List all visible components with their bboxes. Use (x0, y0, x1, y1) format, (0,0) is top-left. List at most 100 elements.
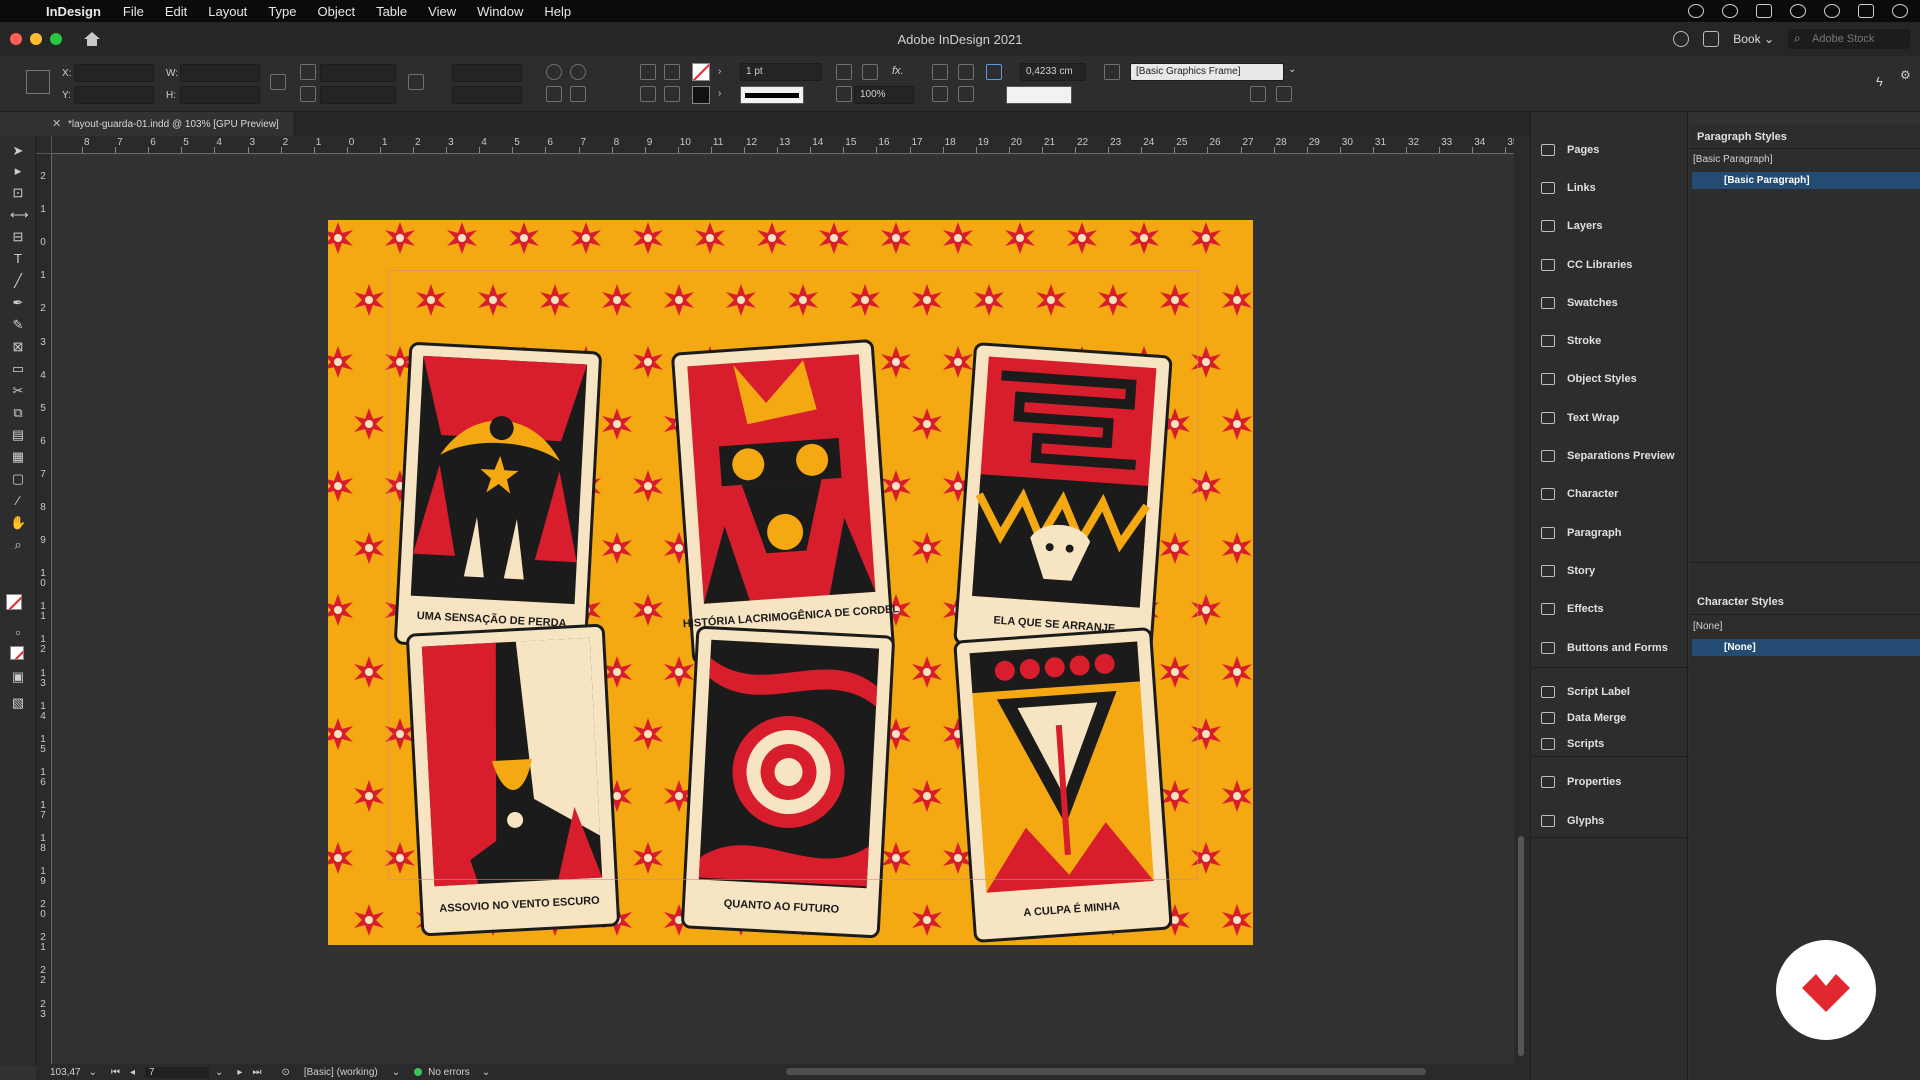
content-collector-icon[interactable]: ⊟ (10, 230, 26, 244)
rotation-field[interactable] (452, 64, 522, 82)
constrain-proportions-icon[interactable] (270, 74, 286, 90)
character-styles-title[interactable]: Character Styles (1697, 596, 1784, 608)
effects-fx-icon[interactable]: fx. (892, 65, 904, 77)
panel-scripts[interactable]: Scripts (1541, 734, 1604, 754)
panel-text-wrap[interactable]: Text Wrap (1541, 408, 1619, 428)
adobe-stock-search[interactable]: Adobe Stock (1788, 28, 1910, 49)
w-field[interactable] (180, 64, 260, 82)
menu-layout[interactable]: Layout (208, 4, 247, 19)
panel-character[interactable]: Character (1541, 484, 1618, 504)
zoom-level[interactable]: 103,47 (50, 1067, 81, 1078)
first-page-icon[interactable]: ⏮ (111, 1067, 120, 1078)
scale-y-field[interactable] (320, 86, 396, 104)
gradient-feather-tool-icon[interactable]: ▦ (10, 450, 26, 464)
menu-view[interactable]: View (428, 4, 456, 19)
screen-mode-icon[interactable]: ▣ (10, 670, 26, 684)
fill-swatch[interactable] (692, 63, 710, 81)
preview-mode-icon[interactable]: ▧ (10, 696, 26, 710)
panel-buttons-forms[interactable]: Buttons and Forms (1541, 638, 1668, 658)
selection-tool-icon[interactable]: ➤ (10, 144, 26, 158)
paragraph-styles-title[interactable]: Paragraph Styles (1697, 131, 1787, 143)
vertical-ruler[interactable]: 2101234567891 01 11 21 31 41 51 61 71 81… (36, 154, 52, 1064)
apply-none-icon[interactable] (10, 646, 24, 660)
distribute-icon[interactable] (932, 86, 948, 102)
fill-dropdown-icon[interactable]: › (718, 66, 721, 77)
h-field[interactable] (180, 86, 260, 104)
free-transform-tool-icon[interactable]: ⧉ (10, 406, 26, 420)
siri-icon[interactable] (1892, 4, 1908, 18)
close-window-button[interactable] (10, 33, 22, 45)
menu-table[interactable]: Table (376, 4, 407, 19)
rectangle-tool-icon[interactable]: ▭ (10, 362, 26, 376)
stroke-type-selector[interactable] (740, 86, 804, 104)
menu-object[interactable]: Object (318, 4, 356, 19)
panel-pages[interactable]: Pages (1541, 140, 1599, 160)
zoom-tool-icon[interactable]: ⌕ (10, 538, 26, 552)
distribute-space-icon[interactable] (958, 86, 974, 102)
flip-vertical-icon[interactable] (570, 86, 586, 102)
next-page-icon[interactable]: ▸ (237, 1067, 242, 1078)
panel-stroke[interactable]: Stroke (1541, 331, 1601, 351)
paragraph-style-item[interactable]: [Basic Paragraph] (1692, 172, 1920, 189)
close-tab-icon[interactable]: ✕ (52, 117, 61, 130)
frame-fitting-icon[interactable] (862, 64, 878, 80)
horizontal-scroll-thumb[interactable] (786, 1068, 1426, 1075)
new-style-icon[interactable] (1276, 86, 1292, 102)
formatting-container-icon[interactable]: ▫ (10, 626, 26, 640)
last-page-icon[interactable]: ⏭ (252, 1067, 261, 1078)
line-tool-icon[interactable]: ╱ (10, 274, 26, 288)
preflight-status[interactable]: No errors (428, 1067, 470, 1078)
panel-effects[interactable]: Effects (1541, 599, 1604, 619)
zoom-dropdown-icon[interactable]: ⌄ (89, 1067, 97, 1078)
x-field[interactable] (74, 64, 154, 82)
reference-point-icon[interactable] (26, 70, 50, 94)
panel-glyphs[interactable]: Glyphs (1541, 811, 1604, 831)
open-page-icon[interactable]: ⊙ (281, 1067, 289, 1078)
page-number-field[interactable]: 7 (145, 1066, 210, 1078)
eyedropper-tool-icon[interactable]: ⁄ (10, 494, 26, 508)
lightning-icon[interactable]: ϟ (1876, 74, 1883, 89)
panel-story[interactable]: Story (1541, 561, 1595, 581)
scissors-tool-icon[interactable]: ✂ (10, 384, 26, 398)
time-machine-icon[interactable] (1790, 4, 1806, 18)
opacity-field[interactable]: 100% (854, 86, 914, 104)
share-icon[interactable] (1703, 31, 1720, 47)
rotate-cw-icon[interactable] (546, 64, 562, 80)
select-container-icon[interactable] (640, 64, 656, 80)
gap-tool-icon[interactable]: ⟷ (10, 208, 29, 222)
lightbulb-icon[interactable] (1673, 31, 1690, 47)
direct-selection-tool-icon[interactable]: ▸ (10, 164, 26, 178)
stroke-dropdown-icon[interactable]: › (718, 88, 721, 99)
rotate-ccw-icon[interactable] (570, 64, 586, 80)
panel-paragraph[interactable]: Paragraph (1541, 523, 1621, 543)
shear-field[interactable] (452, 86, 522, 104)
stroke-style-preview[interactable] (1006, 86, 1072, 104)
panel-cc-libraries[interactable]: CC Libraries (1541, 255, 1632, 275)
menu-type[interactable]: Type (268, 4, 296, 19)
display-icon[interactable] (1756, 4, 1772, 18)
object-style-dropdown-icon[interactable]: ⌄ (1288, 64, 1296, 75)
page-tool-icon[interactable]: ⊡ (10, 186, 26, 200)
menu-help[interactable]: Help (544, 4, 571, 19)
wrap-icon[interactable] (836, 64, 852, 80)
pencil-tool-icon[interactable]: ✎ (10, 318, 26, 332)
spotlight-icon[interactable] (1824, 4, 1840, 18)
type-tool-icon[interactable]: T (10, 252, 26, 266)
auto-fit-icon[interactable] (986, 64, 1002, 80)
scale-x-icon[interactable] (300, 64, 316, 80)
note-tool-icon[interactable]: ▢ (10, 472, 26, 486)
panel-object-styles[interactable]: Object Styles (1541, 369, 1637, 389)
hand-tool-icon[interactable]: ✋ (10, 516, 26, 530)
fill-stroke-swatch[interactable] (6, 594, 22, 610)
menu-window[interactable]: Window (477, 4, 523, 19)
profile-dropdown-icon[interactable]: ⌄ (392, 1067, 400, 1078)
flip-horizontal-icon[interactable] (546, 86, 562, 102)
creative-cloud-icon[interactable] (1722, 4, 1738, 18)
character-style-item[interactable]: [None] (1692, 639, 1920, 656)
panel-links[interactable]: Links (1541, 178, 1596, 198)
y-field[interactable] (74, 86, 154, 104)
settings-gear-icon[interactable]: ⚙ (1900, 68, 1911, 82)
offset-field[interactable]: 0,4233 cm (1020, 63, 1086, 81)
align-left-icon[interactable] (932, 64, 948, 80)
gradient-swatch-tool-icon[interactable]: ▤ (10, 428, 26, 442)
